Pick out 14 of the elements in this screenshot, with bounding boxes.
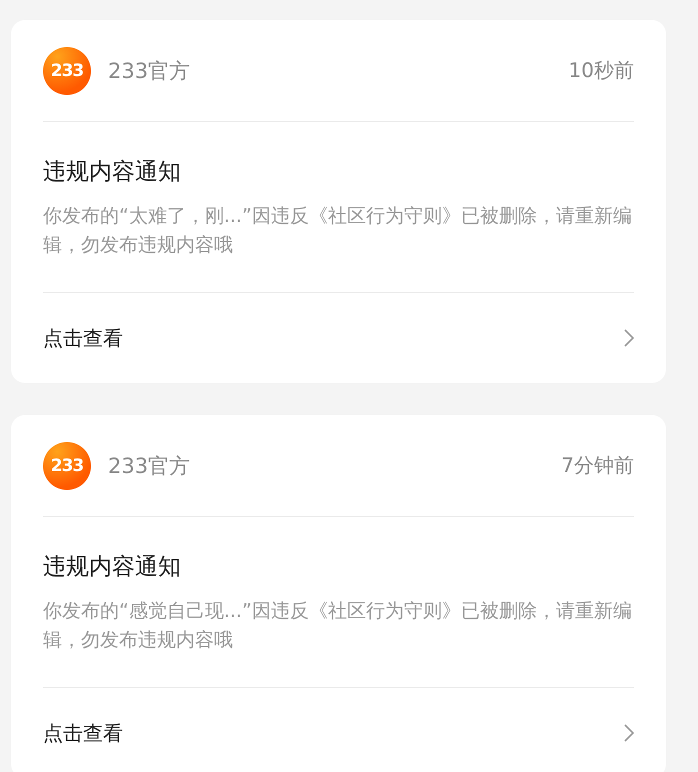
timestamp: 10秒前	[568, 57, 634, 84]
logo-icon: 233	[43, 442, 91, 490]
sender-name: 233官方	[108, 58, 190, 84]
view-link[interactable]: 点击查看	[43, 720, 123, 746]
notification-body: 你发布的“太难了，刚...”因违反《社区行为守则》已被删除，请重新编辑，勿发布违规内容哦	[43, 202, 634, 293]
chevron-right-icon[interactable]	[624, 329, 634, 347]
sender-name: 233官方	[108, 452, 190, 480]
timestamp: 7分钟前	[561, 452, 634, 479]
logo-icon: 233	[43, 46, 91, 94]
notification-title: 违规内容通知	[43, 158, 182, 187]
notification-title: 违规内容通知	[43, 553, 182, 582]
chevron-right-icon[interactable]	[624, 724, 634, 742]
view-link[interactable]: 点击查看	[43, 324, 123, 352]
notification-body: 你发布的“感觉自己现...”因违反《社区行为守则》已被删除，请重新编辑，勿发布违规内容哦	[43, 597, 634, 688]
